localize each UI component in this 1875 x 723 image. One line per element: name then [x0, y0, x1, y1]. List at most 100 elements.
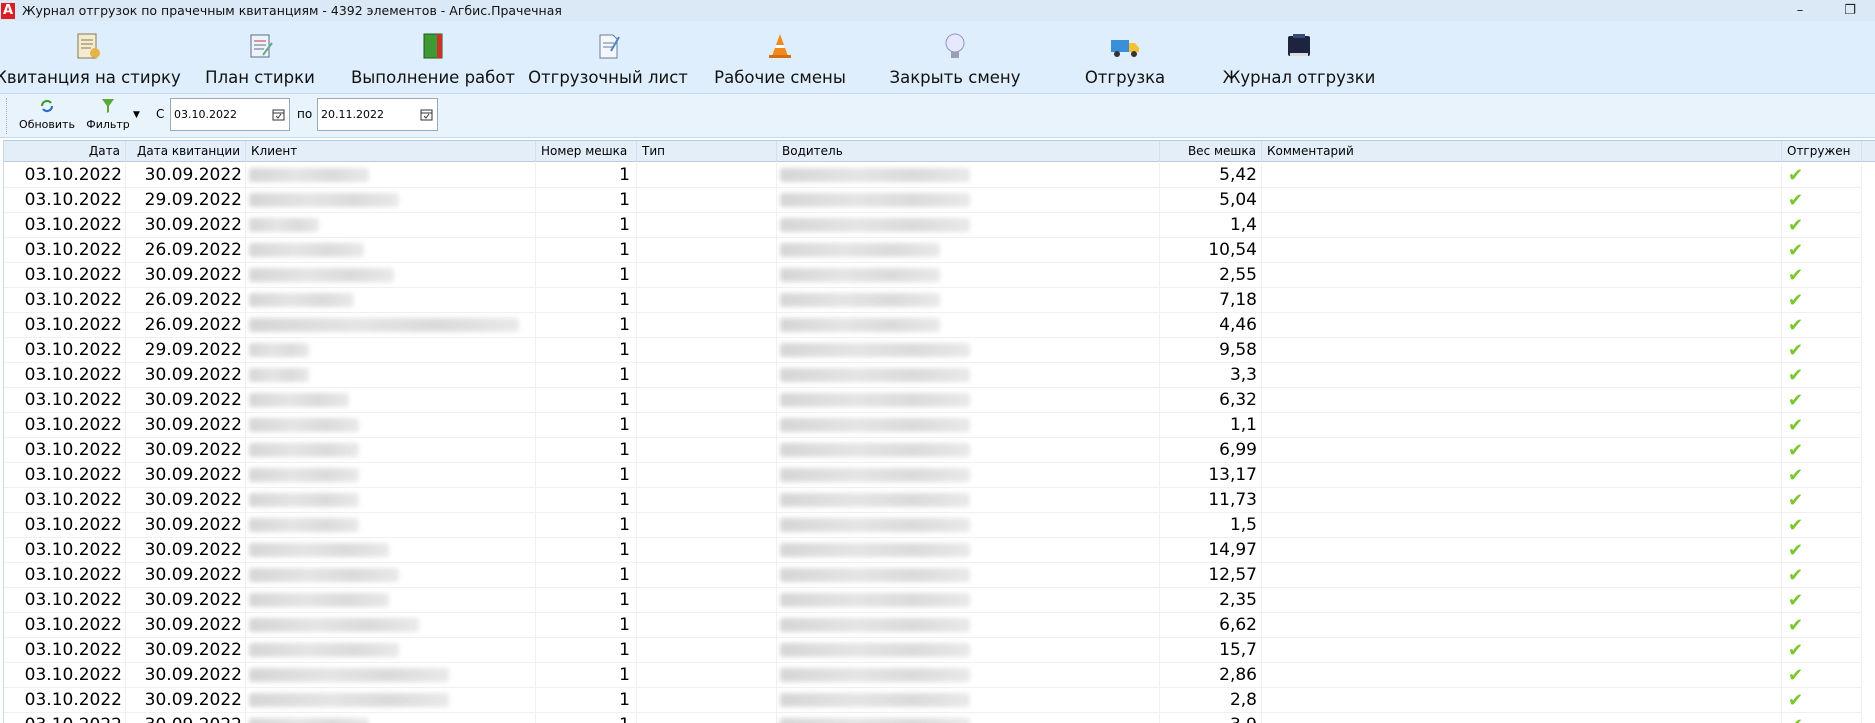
date-from-field[interactable]: 03.10.2022: [170, 98, 290, 131]
cell-shipped[interactable]: ✔: [1782, 388, 1862, 413]
cell-date: 03.10.2022: [4, 713, 126, 723]
cell-receipt-date: 29.09.2022: [126, 338, 246, 363]
cell-receipt-date: 30.09.2022: [126, 613, 246, 638]
cell-shipped[interactable]: ✔: [1782, 188, 1862, 213]
table-row[interactable]: 03.10.2022 26.09.2022 1 7,18 ✔: [4, 288, 1875, 313]
ribbon-shipment-button[interactable]: Отгрузка: [1075, 21, 1175, 93]
cell-date: 03.10.2022: [4, 288, 126, 313]
table-row[interactable]: 03.10.2022 30.09.2022 1 3,3 ✔: [4, 363, 1875, 388]
cell-shipped[interactable]: ✔: [1782, 463, 1862, 488]
date-to-field[interactable]: 20.11.2022: [317, 98, 438, 131]
table-row[interactable]: 03.10.2022 30.09.2022 1 6,99 ✔: [4, 438, 1875, 463]
refresh-label: Обновить: [19, 118, 75, 131]
cell-shipped[interactable]: ✔: [1782, 263, 1862, 288]
cell-client-redacted: [246, 538, 536, 563]
shipped-check-icon: ✔: [1788, 265, 1804, 286]
table-row[interactable]: 03.10.2022 30.09.2022 1 1,1 ✔: [4, 413, 1875, 438]
cell-driver-redacted: [777, 713, 1160, 723]
cell-shipped[interactable]: ✔: [1782, 488, 1862, 513]
table-row[interactable]: 03.10.2022 30.09.2022 1 2,86 ✔: [4, 663, 1875, 688]
cell-shipped[interactable]: ✔: [1782, 338, 1862, 363]
shipped-check-icon: ✔: [1788, 515, 1804, 536]
table-row[interactable]: 03.10.2022 30.09.2022 1 1,4 ✔: [4, 213, 1875, 238]
cell-shipped[interactable]: ✔: [1782, 638, 1862, 663]
column-header-client[interactable]: Клиент: [246, 141, 536, 162]
cell-driver-redacted: [777, 463, 1160, 488]
column-header-type[interactable]: Тип: [637, 141, 777, 162]
table-row[interactable]: 03.10.2022 30.09.2022 1 1,5 ✔: [4, 513, 1875, 538]
cell-comment: [1262, 563, 1782, 588]
ribbon-wash-plan-button[interactable]: План стирки: [195, 21, 325, 93]
table-row[interactable]: 03.10.202230.09.2022 1 3,9 ✔: [4, 713, 1875, 723]
column-header-bag-weight[interactable]: Вес мешка: [1160, 141, 1262, 162]
cell-shipped[interactable]: ✔: [1782, 513, 1862, 538]
cell-date: 03.10.2022: [4, 213, 126, 238]
column-header-date[interactable]: Дата: [4, 141, 126, 162]
table-row[interactable]: 03.10.2022 30.09.2022 1 13,17 ✔: [4, 463, 1875, 488]
shipments-grid[interactable]: Дата Дата квитанции Клиент Номер мешка Т…: [3, 140, 1875, 723]
cell-type: [637, 538, 777, 563]
calendar-icon[interactable]: [415, 108, 437, 121]
cell-comment: [1262, 538, 1782, 563]
filter-dropdown-arrow-icon[interactable]: ▼: [133, 110, 140, 120]
restore-button[interactable]: ❐: [1830, 0, 1870, 21]
cell-bag-weight: 2,55: [1160, 263, 1262, 288]
table-row[interactable]: 03.10.2022 30.09.2022 1 11,73 ✔: [4, 488, 1875, 513]
table-row[interactable]: 03.10.2022 30.09.2022 1 2,35 ✔: [4, 588, 1875, 613]
ribbon-receipt-button[interactable]: Квитанция на стирку: [0, 21, 181, 93]
table-row[interactable]: 03.10.2022 30.09.2022 1 5,42 ✔: [4, 163, 1875, 188]
ribbon-shipping-sheet-button[interactable]: Отгрузочный лист: [528, 21, 688, 93]
table-row[interactable]: 03.10.2022 26.09.2022 1 10,54 ✔: [4, 238, 1875, 263]
toolbar-grip[interactable]: [6, 98, 9, 134]
cell-driver-redacted: [777, 213, 1160, 238]
cell-shipped[interactable]: ✔: [1782, 238, 1862, 263]
shipped-check-icon: ✔: [1788, 465, 1804, 486]
cell-shipped[interactable]: ✔: [1782, 363, 1862, 388]
table-row[interactable]: 03.10.2022 29.09.2022 1 9,58 ✔: [4, 338, 1875, 363]
table-row[interactable]: 03.10.2022 30.09.2022 1 15,7 ✔: [4, 638, 1875, 663]
ribbon-close-shift-button[interactable]: Закрыть смену: [880, 21, 1030, 93]
cell-driver-redacted: [777, 163, 1160, 188]
column-header-shipped[interactable]: Отгружен: [1782, 141, 1862, 162]
ribbon-shipment-journal-button[interactable]: Журнал отгрузки: [1223, 21, 1375, 93]
table-row[interactable]: 03.10.2022 30.09.2022 1 6,62 ✔: [4, 613, 1875, 638]
cell-shipped[interactable]: ✔: [1782, 613, 1862, 638]
table-row[interactable]: 03.10.2022 30.09.2022 1 14,97 ✔: [4, 538, 1875, 563]
ribbon-work-shifts-button[interactable]: Рабочие смены: [710, 21, 850, 93]
cell-bag-number: 1: [536, 638, 637, 663]
cell-shipped[interactable]: ✔: [1782, 313, 1862, 338]
calendar-icon[interactable]: [267, 108, 289, 121]
refresh-button[interactable]: Обновить: [18, 96, 76, 136]
cell-client-redacted: [246, 338, 536, 363]
column-header-driver[interactable]: Водитель: [777, 141, 1160, 162]
cell-bag-weight: 2,86: [1160, 663, 1262, 688]
cell-bag-number: 1: [536, 313, 637, 338]
filter-button[interactable]: Фильтр: [84, 96, 132, 136]
cell-shipped[interactable]: ✔: [1782, 288, 1862, 313]
cell-shipped[interactable]: ✔: [1782, 588, 1862, 613]
table-row[interactable]: 03.10.2022 30.09.2022 1 6,32 ✔: [4, 388, 1875, 413]
cell-shipped[interactable]: ✔: [1782, 438, 1862, 463]
column-header-bag-number[interactable]: Номер мешка: [536, 141, 637, 162]
cell-shipped[interactable]: ✔: [1782, 413, 1862, 438]
cell-comment: [1262, 313, 1782, 338]
column-header-comment[interactable]: Комментарий: [1262, 141, 1782, 162]
cell-driver-redacted: [777, 638, 1160, 663]
cell-shipped[interactable]: ✔: [1782, 688, 1862, 713]
cell-shipped[interactable]: ✔: [1782, 563, 1862, 588]
cell-date: 03.10.2022: [4, 463, 126, 488]
column-header-receipt-date[interactable]: Дата квитанции: [126, 141, 246, 162]
table-row[interactable]: 03.10.2022 30.09.2022 1 2,55 ✔: [4, 263, 1875, 288]
table-row[interactable]: 03.10.2022 26.09.2022 1 4,46 ✔: [4, 313, 1875, 338]
cell-shipped[interactable]: ✔: [1782, 163, 1862, 188]
cell-shipped[interactable]: ✔: [1782, 213, 1862, 238]
ribbon-work-execution-button[interactable]: Выполнение работ: [351, 21, 515, 93]
cell-shipped[interactable]: ✔: [1782, 663, 1862, 688]
cell-shipped[interactable]: ✔: [1782, 713, 1862, 723]
table-row[interactable]: 03.10.2022 30.09.2022 1 12,57 ✔: [4, 563, 1875, 588]
minimize-button[interactable]: –: [1780, 0, 1820, 21]
cell-shipped[interactable]: ✔: [1782, 538, 1862, 563]
table-row[interactable]: 03.10.2022 30.09.2022 1 2,8 ✔: [4, 688, 1875, 713]
table-row[interactable]: 03.10.2022 29.09.2022 1 5,04 ✔: [4, 188, 1875, 213]
shipped-check-icon: ✔: [1788, 690, 1804, 711]
